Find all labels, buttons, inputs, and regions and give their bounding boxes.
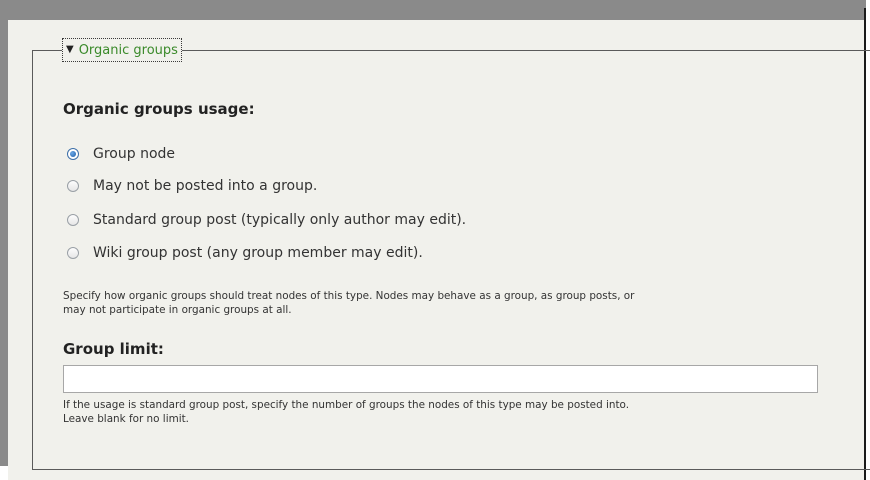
group-limit-help-line: If the usage is standard group post, spe… — [63, 399, 629, 411]
group-limit-label: Group limit: — [63, 340, 164, 358]
usage-help-text: Specify how organic groups should treat … — [63, 289, 853, 317]
radio-checked-icon[interactable] — [67, 148, 79, 160]
group-limit-input[interactable] — [63, 365, 818, 393]
window-shadow-top — [0, 0, 866, 20]
fieldset-legend-label: Organic groups — [78, 42, 178, 58]
fieldset-legend-toggle[interactable]: ▼ Organic groups — [62, 38, 182, 62]
usage-help-line: Specify how organic groups should treat … — [63, 290, 635, 302]
group-limit-help-line: Leave blank for no limit. — [63, 413, 189, 425]
radio-option-wiki-post[interactable]: Wiki group post (any group member may ed… — [67, 245, 423, 261]
radio-option-standard-post[interactable]: Standard group post (typically only auth… — [67, 212, 466, 228]
window-shadow-left — [0, 0, 8, 466]
usage-help-line: may not participate in organic groups at… — [63, 304, 292, 316]
radio-unchecked-icon[interactable] — [67, 247, 79, 259]
radio-label: Group node — [93, 146, 176, 162]
radio-unchecked-icon[interactable] — [67, 180, 79, 192]
radio-option-group-node[interactable]: Group node — [67, 146, 175, 162]
radio-label: Wiki group post (any group member may ed… — [93, 245, 423, 261]
group-limit-help-text: If the usage is standard group post, spe… — [63, 398, 853, 426]
radio-option-not-posted[interactable]: May not be posted into a group. — [67, 178, 317, 194]
radio-label: May not be posted into a group. — [93, 178, 318, 194]
radio-label: Standard group post (typically only auth… — [93, 212, 467, 228]
collapse-arrow-icon: ▼ — [66, 44, 74, 55]
radio-unchecked-icon[interactable] — [67, 214, 79, 226]
usage-title: Organic groups usage: — [63, 100, 255, 118]
